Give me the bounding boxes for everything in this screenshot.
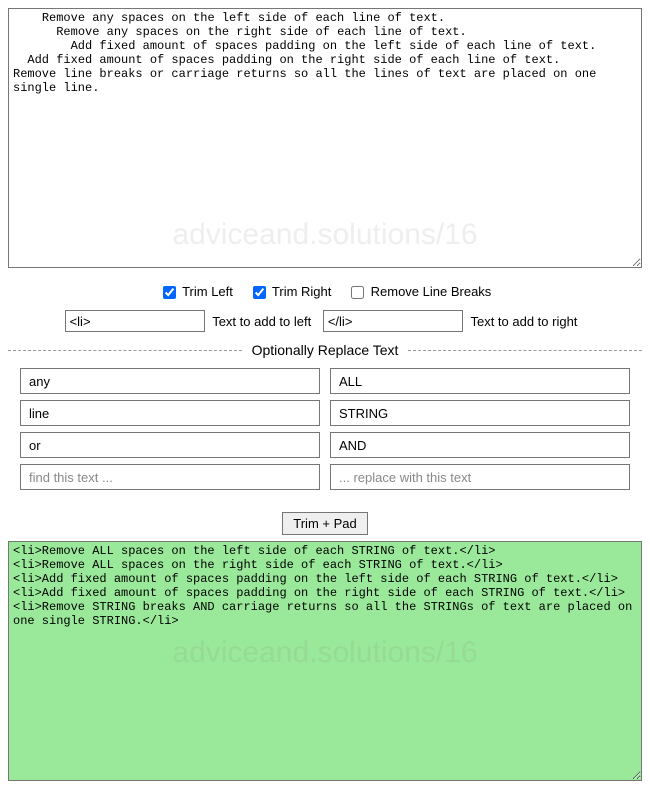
replace-input-4[interactable] <box>330 464 630 490</box>
replace-grid <box>20 368 630 490</box>
replace-divider: Optionally Replace Text <box>8 342 642 358</box>
divider-line-right <box>408 350 642 351</box>
replace-input-1[interactable] <box>330 368 630 394</box>
divider-line-left <box>8 350 242 351</box>
trim-left-label: Trim Left <box>159 284 237 299</box>
trim-left-text: Trim Left <box>182 284 233 299</box>
output-area[interactable]: <li>Remove ALL spaces on the left side o… <box>8 541 642 781</box>
trim-left-checkbox[interactable] <box>163 286 176 299</box>
replace-row <box>20 432 630 458</box>
trim-right-checkbox[interactable] <box>253 286 266 299</box>
find-input-4[interactable] <box>20 464 320 490</box>
pad-right-label: Text to add to right <box>470 314 577 329</box>
replace-row <box>20 368 630 394</box>
remove-breaks-text: Remove Line Breaks <box>371 284 492 299</box>
options-row: Trim Left Trim Right Remove Line Breaks <box>8 283 642 302</box>
remove-breaks-checkbox[interactable] <box>351 286 364 299</box>
input-textarea[interactable] <box>8 8 642 268</box>
pad-left-input[interactable] <box>65 310 205 332</box>
pad-row: Text to add to left Text to add to right <box>8 310 642 332</box>
remove-breaks-label: Remove Line Breaks <box>347 284 491 299</box>
pad-right-input[interactable] <box>323 310 463 332</box>
trim-right-label: Trim Right <box>249 284 335 299</box>
trim-pad-button[interactable]: Trim + Pad <box>282 512 367 535</box>
find-input-2[interactable] <box>20 400 320 426</box>
button-row: Trim + Pad <box>8 512 642 535</box>
replace-input-2[interactable] <box>330 400 630 426</box>
replace-row <box>20 464 630 490</box>
replace-input-3[interactable] <box>330 432 630 458</box>
replace-heading: Optionally Replace Text <box>242 342 409 358</box>
replace-row <box>20 400 630 426</box>
find-input-3[interactable] <box>20 432 320 458</box>
trim-right-text: Trim Right <box>272 284 331 299</box>
find-input-1[interactable] <box>20 368 320 394</box>
pad-left-label: Text to add to left <box>212 314 311 329</box>
